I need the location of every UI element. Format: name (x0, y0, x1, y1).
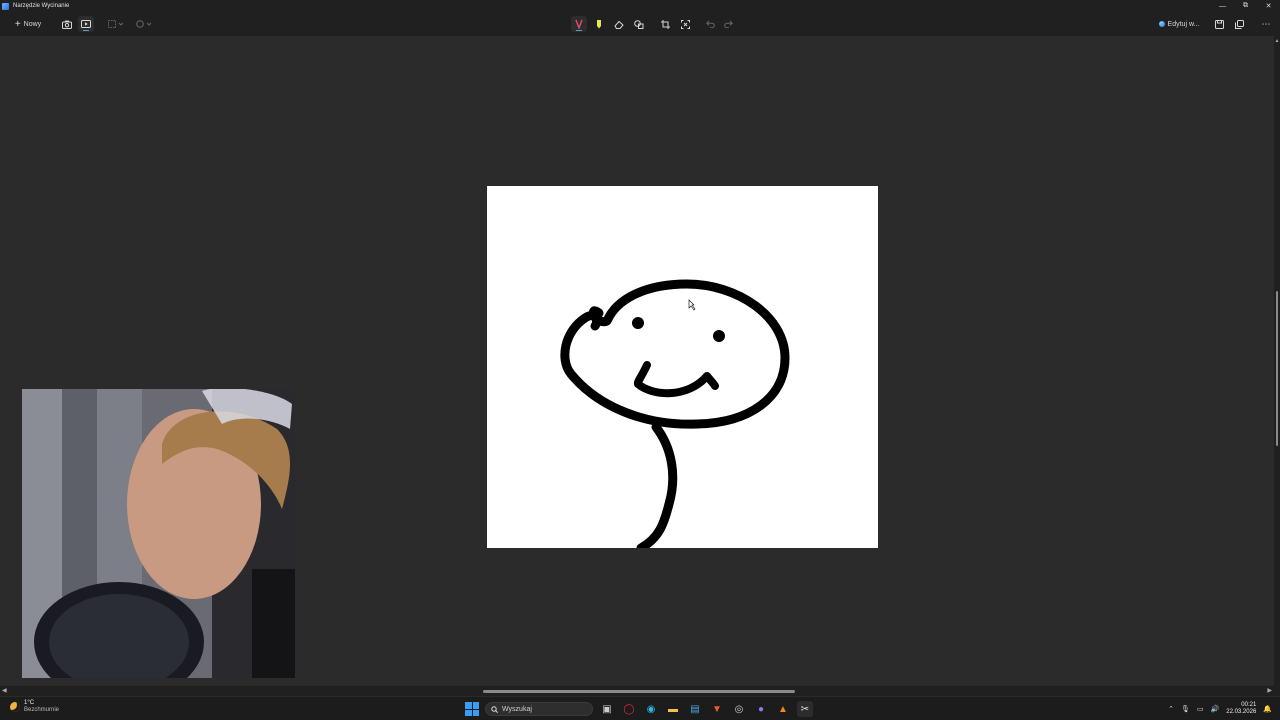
scroll-left-arrow-icon[interactable]: ◀ (2, 687, 7, 694)
copy-icon (1234, 19, 1244, 29)
chrome-icon[interactable]: ◎ (731, 701, 747, 717)
left-eye (632, 317, 644, 329)
weather-temperature: 1°C (24, 700, 35, 706)
timer-icon (136, 20, 152, 28)
video-camera-icon (81, 20, 91, 28)
notification-bell-icon[interactable]: 🔔 (1263, 705, 1272, 713)
clock[interactable]: 00:21 22.03.2026 (1226, 702, 1256, 716)
shapes-icon (634, 19, 644, 29)
moon-icon (10, 702, 20, 712)
snipping-tool-taskbar-icon[interactable]: ✂ (797, 701, 813, 717)
webcam-feed (22, 389, 295, 678)
task-view-icon[interactable]: ▣ (599, 701, 615, 717)
search-icon (491, 705, 498, 713)
plus-icon: + (14, 18, 21, 30)
new-snip-button[interactable]: + Nowy (8, 16, 48, 32)
stick-figure-drawing (560, 279, 790, 548)
windows-start-icon[interactable] (465, 702, 479, 716)
eraser-icon (614, 20, 624, 29)
vlc-icon[interactable]: ▲ (775, 701, 791, 717)
notepad-icon[interactable]: ▤ (687, 701, 703, 717)
copy-button[interactable] (1231, 16, 1247, 32)
toolbar: + Nowy Edytuj w... ⋯ (0, 12, 1280, 36)
scroll-up-arrow-icon[interactable]: ▲ (1274, 38, 1280, 44)
ballpoint-pen-button[interactable] (571, 16, 587, 32)
crop-button[interactable] (657, 16, 673, 32)
camera-icon (62, 20, 72, 29)
crop-icon (660, 19, 670, 29)
discord-icon[interactable]: ● (753, 701, 769, 717)
shapes-button[interactable] (631, 16, 647, 32)
system-tray: ⌃ 🎙 ▭ 🔊 00:21 22.03.2026 🔔 (1168, 700, 1272, 718)
file-explorer-icon[interactable]: ▬ (665, 701, 681, 717)
undo-button[interactable] (702, 16, 718, 32)
paint-app-icon (1158, 21, 1165, 27)
right-eye (713, 330, 725, 342)
eraser-button[interactable] (611, 16, 627, 32)
save-icon (1214, 19, 1224, 29)
window-controls: — ⧉ ✕ (1211, 0, 1280, 12)
brave-icon[interactable]: ▼ (709, 701, 725, 717)
undo-icon (705, 20, 715, 28)
smile (633, 361, 719, 398)
highlighter-button[interactable] (591, 16, 607, 32)
vertical-scroll-thumb[interactable] (1276, 291, 1278, 446)
weather-widget[interactable]: 1°C Bezchmurnie (10, 700, 59, 714)
snipping-tool-app-icon (2, 2, 9, 10)
horizontal-scrollbar[interactable]: ◀ ▶ (0, 686, 1280, 696)
mouse-cursor (688, 299, 696, 311)
body-line (636, 422, 678, 548)
screenshot-mode-button[interactable] (59, 16, 75, 32)
save-button[interactable] (1211, 16, 1227, 32)
pen-icon (575, 19, 583, 29)
title-bar: Narzędzie Wycinanie — ⧉ ✕ (0, 0, 1280, 12)
close-button[interactable]: ✕ (1257, 0, 1280, 12)
weather-description: Bezchmurnie (24, 707, 60, 713)
text-scan-icon (680, 19, 690, 29)
taskbar-apps: Wyszukaj ▣ ◯ ◉ ▬ ▤ ▼ ◎ ● ▲ ✂ (465, 701, 813, 717)
scroll-right-arrow-icon[interactable]: ▶ (1267, 687, 1272, 694)
captured-snip-image[interactable] (487, 186, 878, 548)
highlighter-icon (597, 20, 601, 29)
more-options-button[interactable]: ⋯ (1258, 16, 1274, 32)
search-placeholder: Wyszukaj (502, 705, 532, 713)
window-title: Narzędzie Wycinanie (13, 3, 70, 9)
taskbar: 1°C Bezchmurnie Wyszukaj ▣ ◯ ◉ ▬ ▤ ▼ ◎ ●… (0, 696, 1280, 720)
volume-icon[interactable]: 🔊 (1211, 705, 1220, 713)
microphone-icon[interactable]: 🎙 (1181, 705, 1190, 713)
more-icon: ⋯ (1261, 18, 1271, 29)
vertical-scrollbar[interactable]: ▲ (1274, 36, 1280, 686)
rectangle-mode-icon (108, 20, 124, 28)
snip-shape-dropdown[interactable] (106, 16, 126, 32)
redo-button[interactable] (720, 16, 736, 32)
edge-icon[interactable]: ◉ (643, 701, 659, 717)
edit-in-label: Edytuj w... (1167, 20, 1200, 28)
redo-icon (723, 20, 733, 28)
delay-timer-dropdown[interactable] (134, 16, 154, 32)
opera-gx-icon[interactable]: ◯ (621, 701, 637, 717)
taskbar-search[interactable]: Wyszukaj (485, 702, 593, 716)
edit-in-paint-button[interactable]: Edytuj w... (1156, 16, 1202, 32)
chevron-up-icon[interactable]: ⌃ (1168, 705, 1174, 713)
webcam-overlay (22, 389, 295, 678)
video-mode-button[interactable] (78, 16, 94, 32)
clock-date: 22.03.2026 (1226, 709, 1257, 715)
network-icon[interactable]: ▭ (1197, 705, 1204, 713)
new-snip-label: Nowy (23, 20, 42, 28)
minimize-button[interactable]: — (1211, 0, 1234, 12)
horizontal-scroll-thumb[interactable] (483, 690, 795, 693)
clock-time: 00:21 (1241, 702, 1257, 708)
text-actions-button[interactable] (677, 16, 693, 32)
maximize-button[interactable]: ⧉ (1234, 0, 1257, 12)
